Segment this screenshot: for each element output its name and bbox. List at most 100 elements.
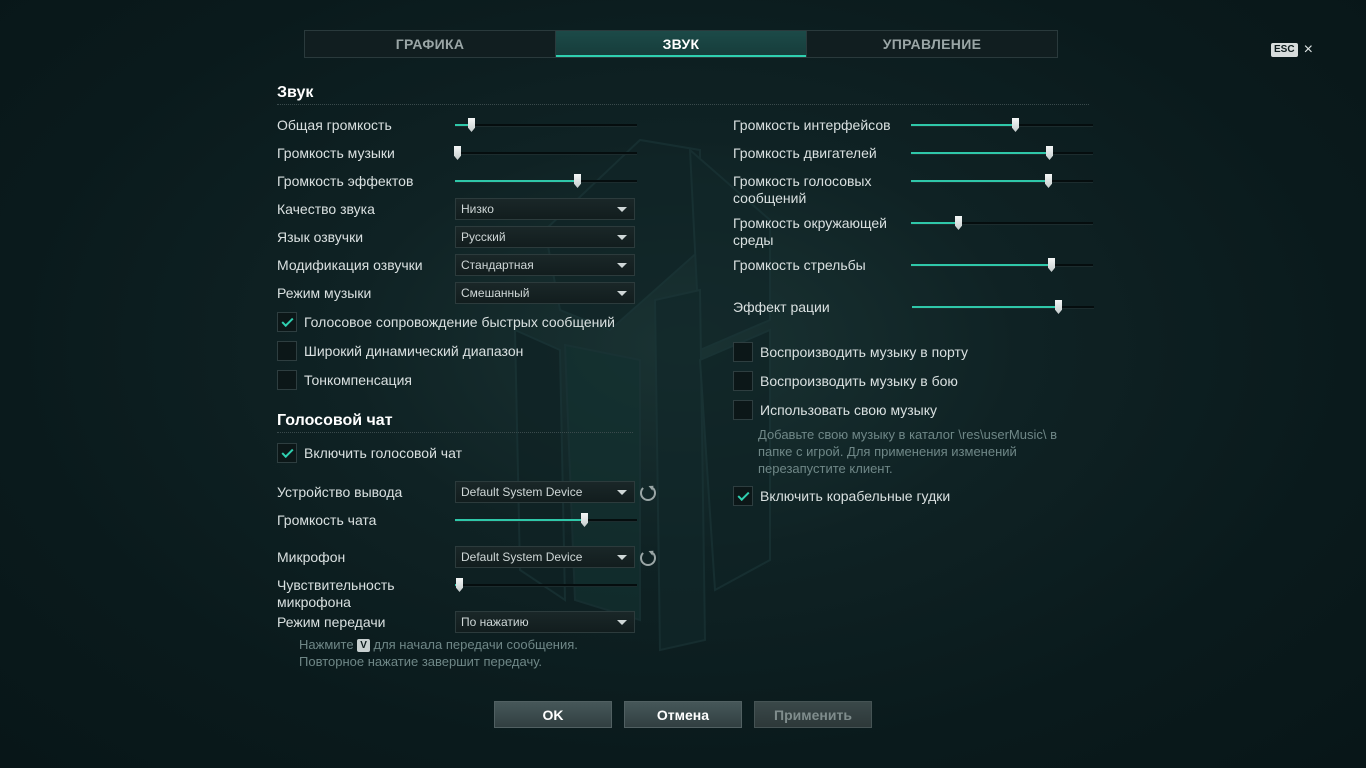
master-volume-slider[interactable] [455, 118, 637, 132]
custom-music-hint: Добавьте свою музыку в каталог \res\user… [758, 427, 1057, 476]
divider [277, 104, 1089, 105]
checkbox-box[interactable] [733, 371, 753, 391]
checkmark-icon [280, 314, 294, 327]
microphone-select[interactable]: Default System Device [455, 546, 635, 568]
ship-horns-checkbox[interactable]: Включить корабельные гудки [733, 486, 950, 506]
chat-volume-label: Громкость чата [277, 512, 377, 528]
mic-sensitivity-label: Чувствительность микрофона [277, 577, 395, 610]
ambient-volume-slider[interactable] [911, 216, 1093, 230]
output-device-select[interactable]: Default System Device [455, 481, 635, 503]
mic-sensitivity-slider[interactable] [455, 578, 637, 592]
apply-button[interactable]: Применить [754, 701, 872, 728]
transmit-mode-value: По нажатию [461, 615, 529, 629]
music-mode-value: Смешанный [461, 286, 530, 300]
music-in-port-checkbox[interactable]: Воспроизводить музыку в порту [733, 342, 968, 362]
transmit-mode-label: Режим передачи [277, 614, 386, 630]
checkbox-box[interactable] [733, 342, 753, 362]
checkbox-box[interactable] [277, 312, 297, 332]
checkbox-label: Голосовое сопровождение быстрых сообщени… [304, 314, 615, 330]
ambient-volume-label: Громкость окружающей среды [733, 215, 887, 248]
radio-effect-label: Эффект рации [733, 299, 830, 315]
refresh-icon[interactable] [640, 485, 656, 501]
voice-mod-value: Стандартная [461, 258, 534, 272]
voice-mod-label: Модификация озвучки [277, 257, 423, 273]
checkmark-icon [280, 445, 294, 458]
chevron-down-icon [617, 207, 627, 212]
sound-quality-value: Низко [461, 202, 494, 216]
microphone-value: Default System Device [461, 550, 583, 564]
microphone-label: Микрофон [277, 549, 346, 565]
key-badge: V [357, 639, 370, 652]
chevron-down-icon [617, 291, 627, 296]
loudness-compensation-checkbox[interactable]: Тонкомпенсация [277, 370, 412, 390]
ok-button[interactable]: OK [494, 701, 612, 728]
settings-tabs: ГРАФИКА ЗВУК УПРАВЛЕНИЕ [304, 30, 1058, 58]
checkbox-label: Воспроизводить музыку в порту [760, 344, 969, 360]
esc-key-badge: ESC [1271, 43, 1298, 57]
checkbox-label: Воспроизводить музыку в бою [760, 373, 958, 389]
checkbox-box[interactable] [277, 443, 297, 463]
background-emblem [513, 138, 771, 652]
shooting-volume-slider[interactable] [911, 258, 1093, 272]
chevron-down-icon [617, 235, 627, 240]
interface-volume-label: Громкость интерфейсов [733, 117, 891, 133]
effects-volume-slider[interactable] [455, 174, 637, 188]
checkbox-label: Широкий динамический диапазон [304, 343, 524, 359]
checkbox-box[interactable] [733, 400, 753, 420]
section-title-sound: Звук [277, 84, 314, 101]
custom-music-checkbox[interactable]: Использовать свою музыку [733, 400, 937, 420]
music-volume-label: Громкость музыки [277, 145, 395, 161]
chevron-down-icon [617, 555, 627, 560]
shooting-volume-label: Громкость стрельбы [733, 257, 866, 273]
sound-quality-label: Качество звука [277, 201, 375, 217]
hint-text: Повторное нажатие завершит передачу. [299, 654, 543, 669]
voice-messages-volume-label: Громкость голосовых сообщений [733, 173, 872, 206]
checkmark-icon [736, 488, 750, 501]
hint-text: для начала передачи сообщения. [373, 637, 578, 652]
checkbox-label: Использовать свою музыку [760, 402, 937, 418]
divider [277, 432, 633, 433]
voice-language-label: Язык озвучки [277, 229, 364, 245]
voice-messages-volume-slider[interactable] [911, 174, 1093, 188]
voice-mod-select[interactable]: Стандартная [455, 254, 635, 276]
section-title-voice-chat: Голосовой чат [277, 412, 393, 429]
effects-volume-label: Громкость эффектов [277, 173, 414, 189]
engine-volume-slider[interactable] [911, 146, 1093, 160]
transmit-mode-select[interactable]: По нажатию [455, 611, 635, 633]
quick-message-voice-checkbox[interactable]: Голосовое сопровождение быстрых сообщени… [277, 312, 615, 332]
music-mode-select[interactable]: Смешанный [455, 282, 635, 304]
interface-volume-slider[interactable] [911, 118, 1093, 132]
checkbox-box[interactable] [277, 370, 297, 390]
chevron-down-icon [617, 620, 627, 625]
checkbox-box[interactable] [733, 486, 753, 506]
music-mode-label: Режим музыки [277, 285, 372, 301]
radio-effect-slider[interactable] [912, 300, 1094, 314]
wide-dynamic-range-checkbox[interactable]: Широкий динамический диапазон [277, 341, 523, 361]
music-in-battle-checkbox[interactable]: Воспроизводить музыку в бою [733, 371, 958, 391]
checkbox-label: Тонкомпенсация [304, 372, 412, 388]
hint-text: Нажмите [299, 637, 354, 652]
push-to-talk-hint: Нажмите V для начала передачи сообщения.… [299, 636, 629, 670]
chevron-down-icon [617, 263, 627, 268]
chevron-down-icon [617, 490, 627, 495]
chat-volume-slider[interactable] [455, 513, 637, 527]
close-icon[interactable]: × [1304, 42, 1313, 58]
refresh-icon[interactable] [640, 550, 656, 566]
tab-sound[interactable]: ЗВУК [556, 31, 807, 57]
voice-language-value: Русский [461, 230, 506, 244]
cancel-button[interactable]: Отмена [624, 701, 742, 728]
close-button[interactable]: ESC × [1271, 42, 1313, 58]
voice-language-select[interactable]: Русский [455, 226, 635, 248]
checkbox-label: Включить корабельные гудки [760, 488, 951, 504]
checkbox-label: Включить голосовой чат [304, 445, 462, 461]
music-volume-slider[interactable] [454, 146, 637, 160]
enable-voice-chat-checkbox[interactable]: Включить голосовой чат [277, 443, 462, 463]
output-device-label: Устройство вывода [277, 484, 403, 500]
tab-controls[interactable]: УПРАВЛЕНИЕ [807, 31, 1057, 57]
engine-volume-label: Громкость двигателей [733, 145, 877, 161]
tab-graphics[interactable]: ГРАФИКА [305, 31, 556, 57]
master-volume-label: Общая громкость [277, 117, 392, 133]
checkbox-box[interactable] [277, 341, 297, 361]
output-device-value: Default System Device [461, 485, 583, 499]
sound-quality-select[interactable]: Низко [455, 198, 635, 220]
